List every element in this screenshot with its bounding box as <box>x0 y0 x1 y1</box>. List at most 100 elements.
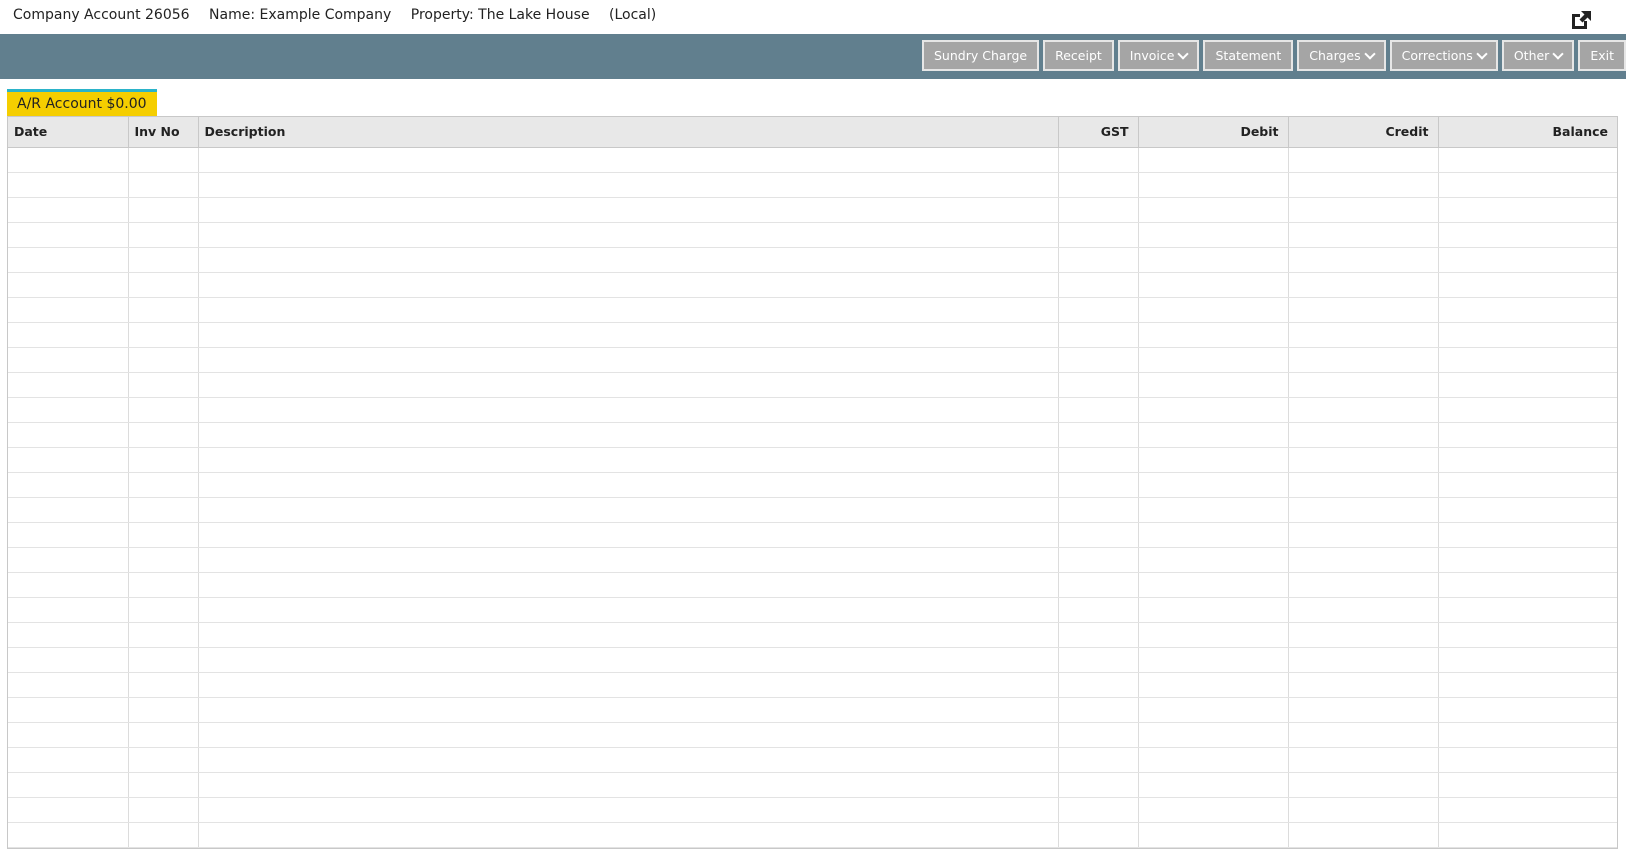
table-cell <box>128 647 199 673</box>
table-row <box>8 747 1617 773</box>
table-cell <box>1058 572 1139 598</box>
column-header-balance[interactable]: Balance <box>1438 117 1617 148</box>
table-cell <box>1138 647 1289 673</box>
table-cell <box>198 747 1059 773</box>
table-cell <box>128 272 199 298</box>
external-link-icon[interactable] <box>1569 9 1593 31</box>
table-cell <box>198 647 1059 673</box>
column-header-credit[interactable]: Credit <box>1288 117 1439 148</box>
table-cell <box>1058 172 1139 198</box>
account-info: Company Account 26056 Name: Example Comp… <box>13 7 671 23</box>
table-cell <box>1288 447 1439 473</box>
table-cell <box>128 197 199 223</box>
chevron-down-icon <box>1476 47 1488 60</box>
table-cell <box>8 597 129 623</box>
table-cell <box>8 347 129 373</box>
table-cell <box>1058 422 1139 448</box>
button-label: Corrections <box>1401 48 1473 63</box>
table-cell <box>8 397 129 423</box>
invoice-dropdown-button[interactable]: Invoice <box>1117 40 1200 71</box>
table-cell <box>8 322 129 348</box>
table-row <box>8 622 1617 648</box>
table-cell <box>198 497 1059 523</box>
transactions-grid: Date Inv No Description GST Debit Credit… <box>7 116 1618 849</box>
table-cell <box>1438 297 1617 323</box>
table-row <box>8 372 1617 398</box>
table-cell <box>198 197 1059 223</box>
table-row <box>8 272 1617 298</box>
button-label: Other <box>1513 48 1550 63</box>
column-header-debit[interactable]: Debit <box>1138 117 1289 148</box>
table-cell <box>1438 772 1617 798</box>
table-cell <box>8 722 129 748</box>
table-row <box>8 697 1617 723</box>
table-cell <box>128 347 199 373</box>
table-cell <box>1438 822 1617 848</box>
table-cell <box>8 572 129 598</box>
table-cell <box>1138 597 1289 623</box>
table-cell <box>1138 197 1289 223</box>
table-cell <box>128 397 199 423</box>
table-cell <box>1058 547 1139 573</box>
table-cell <box>1138 672 1289 698</box>
other-dropdown-button[interactable]: Other <box>1501 40 1575 71</box>
receipt-button[interactable]: Receipt <box>1043 40 1114 71</box>
table-cell <box>1058 472 1139 498</box>
table-cell <box>198 572 1059 598</box>
table-cell <box>1138 372 1289 398</box>
table-cell <box>1138 472 1289 498</box>
table-row <box>8 522 1617 548</box>
table-cell <box>1138 397 1289 423</box>
column-header-inv-no[interactable]: Inv No <box>128 117 199 148</box>
button-label: Receipt <box>1055 48 1102 63</box>
table-cell <box>1438 497 1617 523</box>
table-cell <box>1288 622 1439 648</box>
table-cell <box>1138 847 1289 848</box>
table-cell <box>1138 447 1289 473</box>
column-header-gst[interactable]: GST <box>1058 117 1139 148</box>
table-cell <box>8 797 129 823</box>
table-cell <box>1438 622 1617 648</box>
table-cell <box>128 522 199 548</box>
table-cell <box>1138 322 1289 348</box>
table-cell <box>1288 497 1439 523</box>
table-cell <box>1288 797 1439 823</box>
charges-dropdown-button[interactable]: Charges <box>1297 40 1386 71</box>
table-row <box>8 847 1617 848</box>
table-cell <box>8 197 129 223</box>
property-name: Property: The Lake House <box>410 7 590 23</box>
table-cell <box>1138 572 1289 598</box>
tab-ar-account[interactable]: A/R Account $0.00 <box>7 89 157 116</box>
table-cell <box>1058 722 1139 748</box>
column-header-description[interactable]: Description <box>198 117 1059 148</box>
table-cell <box>1058 772 1139 798</box>
table-row <box>8 197 1617 223</box>
column-header-date[interactable]: Date <box>8 117 129 148</box>
table-cell <box>8 822 129 848</box>
table-cell <box>1288 197 1439 223</box>
table-cell <box>1138 347 1289 373</box>
table-row <box>8 347 1617 373</box>
exit-button[interactable]: Exit <box>1578 40 1626 71</box>
table-cell <box>8 772 129 798</box>
table-cell <box>1438 322 1617 348</box>
table-cell <box>8 247 129 273</box>
table-cell <box>8 847 129 848</box>
table-cell <box>1288 597 1439 623</box>
table-cell <box>8 647 129 673</box>
table-row <box>8 297 1617 323</box>
table-cell <box>1058 647 1139 673</box>
table-cell <box>1138 772 1289 798</box>
table-cell <box>1438 597 1617 623</box>
table-row <box>8 422 1617 448</box>
table-cell <box>1058 347 1139 373</box>
table-row <box>8 222 1617 248</box>
sundry-charge-button[interactable]: Sundry Charge <box>922 40 1040 71</box>
table-cell <box>8 497 129 523</box>
table-cell <box>128 722 199 748</box>
table-cell <box>1288 572 1439 598</box>
button-label: Sundry Charge <box>934 48 1028 63</box>
corrections-dropdown-button[interactable]: Corrections <box>1389 40 1498 71</box>
statement-button[interactable]: Statement <box>1203 40 1294 71</box>
table-cell <box>1438 422 1617 448</box>
